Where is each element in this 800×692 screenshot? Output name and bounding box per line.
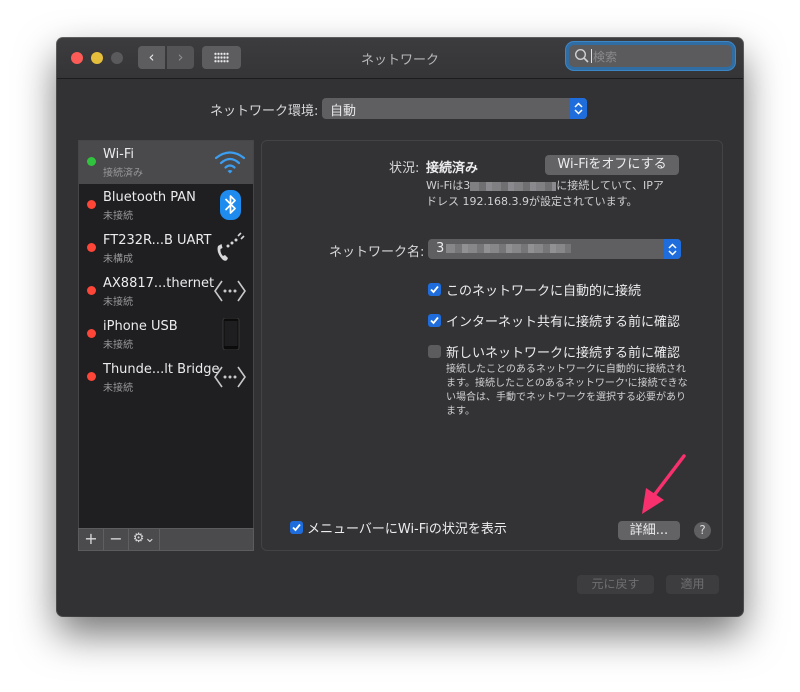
service-name: Bluetooth PAN <box>103 190 196 205</box>
service-item-ax8817-ethernet[interactable]: AX8817...thernet 未接続 <box>79 270 253 313</box>
question-mark-icon: ? <box>699 523 706 537</box>
status-label: 状況: <box>389 161 420 176</box>
revert-button[interactable]: 元に戻す <box>577 575 654 594</box>
action-menu-button[interactable]: ⚙︎⌄ <box>129 529 160 550</box>
service-item-bluetooth-pan[interactable]: Bluetooth PAN 未接続 <box>79 184 253 227</box>
remove-service-button[interactable]: − <box>104 529 129 550</box>
status-desc-line2: ドレス 192.168.3.9が設定されています。 <box>426 195 638 208</box>
service-status: 未接続 <box>103 383 133 394</box>
service-status: 未接続 <box>103 340 133 351</box>
service-name: FT232R...B UART <box>103 233 212 248</box>
title-bar: ‹ › ネットワーク 検索 <box>57 38 743 79</box>
service-name: Wi-Fi <box>103 147 135 162</box>
desc-line: い場合は、手動でネットワークを選択する必要があり <box>446 392 686 403</box>
revert-button-label: 元に戻す <box>591 577 640 591</box>
network-preferences-window: ‹ › ネットワーク 検索 ネットワーク環境: 自動 Wi-Fi 接続済み Bl… <box>57 38 743 616</box>
checkmark-icon <box>430 316 439 325</box>
ask-hotspot-label: インターネット共有に接続する前に確認 <box>446 315 681 330</box>
chevron-updown-icon <box>664 239 681 259</box>
network-name-text: 3 <box>436 241 445 256</box>
status-dot <box>87 286 96 295</box>
desc-line: ます。接続したことのあるネットワーク'に接続できな <box>446 378 688 389</box>
redacted-ssid <box>470 181 557 191</box>
status-dot <box>87 372 96 381</box>
search-field[interactable]: 検索 <box>569 45 732 67</box>
location-value: 自動 <box>330 104 357 119</box>
wifi-icon <box>214 151 246 174</box>
show-in-menubar-checkbox[interactable] <box>290 521 303 534</box>
ask-new-network-label: 新しいネットワークに接続する前に確認 <box>446 346 681 361</box>
status-dot <box>87 157 96 166</box>
service-list[interactable]: Wi-Fi 接続済み Bluetooth PAN 未接続 FT232R...B … <box>78 140 254 529</box>
network-name-label: ネットワーク名: <box>329 245 425 260</box>
status-dot <box>87 243 96 252</box>
service-status: 未接続 <box>103 211 133 222</box>
redacted-network-name <box>446 244 572 253</box>
service-item-thunderbolt-bridge[interactable]: Thunde...lt Bridge 未接続 <box>79 356 253 399</box>
desc-line: 接続したことのあるネットワークに自動的に接続され <box>446 364 686 375</box>
search-placeholder: 検索 <box>593 50 618 64</box>
service-name: AX8817...thernet <box>103 276 215 291</box>
apply-button[interactable]: 適用 <box>666 575 719 594</box>
advanced-button[interactable]: 詳細... <box>618 521 680 540</box>
desc-line: ます。 <box>446 406 475 417</box>
add-service-button[interactable]: + <box>79 529 104 550</box>
chevron-updown-icon <box>570 98 587 119</box>
ask-new-network-checkbox[interactable] <box>428 345 441 358</box>
checkmark-icon <box>430 285 439 294</box>
search-icon <box>574 48 589 63</box>
plus-icon: + <box>84 529 98 548</box>
service-item-wifi[interactable]: Wi-Fi 接続済み <box>79 141 253 184</box>
wifi-off-button[interactable]: Wi-Fiをオフにする <box>545 155 679 175</box>
ethernet-icon <box>214 280 246 302</box>
iphone-icon <box>222 318 240 350</box>
ethernet-icon <box>214 366 246 388</box>
minus-icon: − <box>109 529 123 548</box>
network-name-value: 3 <box>436 241 572 256</box>
advanced-button-label: 詳細... <box>629 523 669 538</box>
location-select[interactable]: 自動 <box>322 98 587 119</box>
service-name: Thunde...lt Bridge <box>103 362 220 377</box>
service-list-toolbar: + − ⚙︎⌄ <box>78 528 254 551</box>
network-name-select[interactable]: 3 <box>428 239 681 259</box>
status-dot <box>87 200 96 209</box>
bluetooth-icon <box>220 190 241 220</box>
annotation-arrow-icon <box>642 454 686 514</box>
status-desc-prefix: Wi-Fiは3 <box>426 179 471 192</box>
status-value: 接続済み <box>426 161 479 176</box>
location-label: ネットワーク環境: <box>210 104 319 119</box>
checkmark-icon <box>292 523 301 532</box>
show-in-menubar-label: メニューバーにWi-Fiの状況を表示 <box>307 522 507 537</box>
service-name: iPhone USB <box>103 319 178 334</box>
service-status: 接続済み <box>103 168 143 179</box>
apply-button-label: 適用 <box>680 577 705 591</box>
ask-hotspot-checkbox[interactable] <box>428 314 441 327</box>
text-cursor <box>591 49 592 63</box>
new-network-description: 接続したことのあるネットワークに自動的に接続され ます。接続したことのあるネット… <box>446 363 716 419</box>
status-desc-mid: に接続していて、IPア <box>556 179 664 192</box>
status-dot <box>87 329 96 338</box>
phone-modem-icon <box>217 232 245 261</box>
gear-icon: ⚙︎⌄ <box>132 531 156 546</box>
auto-join-checkbox[interactable] <box>428 283 441 296</box>
service-status: 未構成 <box>103 254 133 265</box>
service-item-ft232r-uart[interactable]: FT232R...B UART 未構成 <box>79 227 253 270</box>
service-status: 未接続 <box>103 297 133 308</box>
service-item-iphone-usb[interactable]: iPhone USB 未接続 <box>79 313 253 356</box>
help-button[interactable]: ? <box>694 522 711 539</box>
auto-join-label: このネットワークに自動的に接続 <box>446 284 642 299</box>
status-description: Wi-Fiは3 に接続していて、IPア ドレス 192.168.3.9が設定されて… <box>426 178 686 210</box>
wifi-off-button-label: Wi-Fiをオフにする <box>557 157 667 172</box>
